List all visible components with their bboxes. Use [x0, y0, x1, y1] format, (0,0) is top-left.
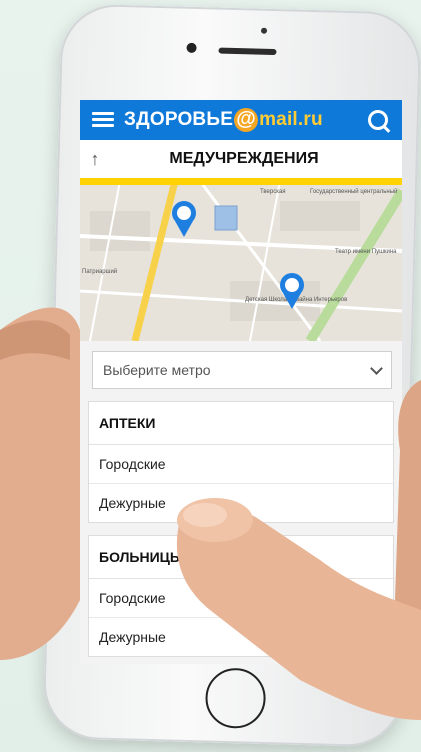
back-arrow-icon[interactable]: ↑ — [80, 149, 110, 170]
section-title: БОЛЬНИЦЫ — [89, 536, 393, 579]
list-item-hospital-city[interactable]: Городские — [89, 579, 393, 618]
list-item-hospital-duty[interactable]: Дежурные — [89, 618, 393, 656]
logo-mail: mail — [259, 109, 298, 131]
logo-suffix: .ru — [297, 109, 323, 131]
metro-select[interactable]: Выберите метро — [92, 351, 392, 389]
section-header: ↑ МЕДУЧРЕЖДЕНИЯ — [80, 140, 402, 181]
section-title: АПТЕКИ — [89, 402, 393, 445]
search-icon[interactable] — [368, 110, 388, 130]
section-pharmacies: АПТЕКИ Городские Дежурные — [88, 401, 394, 523]
map-label-patr: Патриарший — [82, 268, 117, 275]
metro-select-placeholder: Выберите метро — [103, 362, 211, 378]
front-camera — [186, 42, 197, 53]
section-hospitals: БОЛЬНИЦЫ Городские Дежурные — [88, 535, 394, 657]
map-view[interactable]: Тверская Государственный центральный Теа… — [80, 181, 402, 341]
home-button[interactable] — [204, 667, 267, 729]
map-label-tverskaya: Тверская — [260, 189, 286, 195]
logo-at-sign: @ — [234, 108, 259, 132]
list-item-pharmacy-city[interactable]: Городские — [89, 445, 393, 484]
map-label-teatr: Театр имени Пушкина — [335, 249, 397, 255]
speaker-slot — [218, 47, 277, 56]
camera-dot — [260, 27, 268, 34]
site-logo[interactable]: здоровье @ mail.ru — [124, 108, 323, 132]
chevron-down-icon — [370, 361, 383, 375]
map-canvas: Тверская Государственный центральный Теа… — [80, 181, 402, 341]
logo-prefix: здоровье — [124, 109, 234, 131]
hamburger-menu-icon[interactable] — [92, 112, 114, 128]
top-bar: здоровье @ mail.ru — [80, 100, 402, 140]
list-item-pharmacy-duty[interactable]: Дежурные — [89, 484, 393, 522]
map-label-gos: Государственный центральный — [310, 188, 397, 195]
app-screen: здоровье @ mail.ru ↑ МЕДУЧРЕЖДЕНИЯ Тверска… — [80, 100, 402, 664]
page-title: МЕДУЧРЕЖДЕНИЯ — [169, 150, 319, 167]
